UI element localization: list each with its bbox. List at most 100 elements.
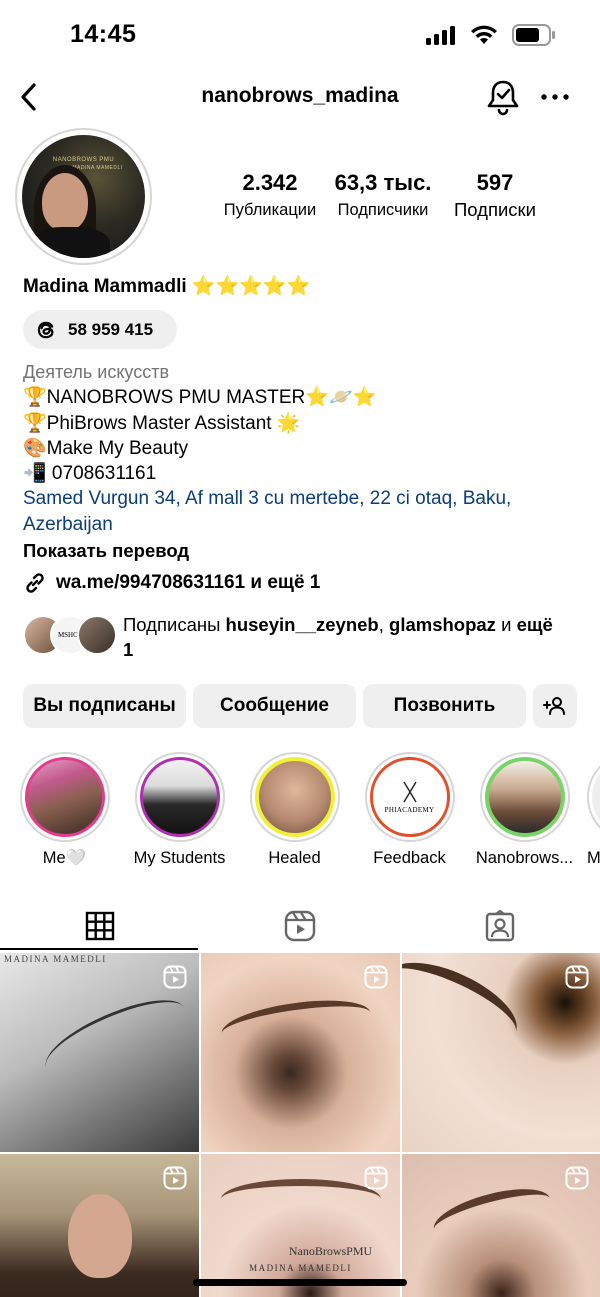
- threads-icon: [37, 321, 54, 338]
- profile-name: Madina Mammadli ⭐⭐⭐⭐⭐: [23, 276, 311, 297]
- posts-label: Публикации: [223, 201, 317, 219]
- highlight-cover: [139, 757, 220, 837]
- story-highlights: Me🤍 My Students Healed PHIACADEMY Feedba…: [0, 752, 600, 872]
- reel-icon: [364, 965, 388, 989]
- eyebrow-shape: [402, 953, 529, 1060]
- followers-label: Подписчики: [337, 201, 429, 219]
- reel-icon: [565, 965, 589, 989]
- highlight-partial[interactable]: M: [587, 752, 600, 868]
- profile-header: nanobrows_madina: [0, 72, 600, 122]
- bio-phone[interactable]: 📲 0708631161: [23, 461, 583, 486]
- post-thumbnail[interactable]: MADINA MAMEDLI: [0, 953, 199, 1152]
- reel-icon: [364, 1166, 388, 1190]
- eyebrow-hair-strokes: [35, 988, 195, 1088]
- message-button[interactable]: Сообщение: [193, 684, 356, 728]
- highlight-ring: [19, 752, 110, 842]
- post-watermark: NanoBrowsPMU MADINA MAMEDLI: [201, 1244, 400, 1273]
- highlight-label: My Students: [133, 849, 226, 867]
- following-button[interactable]: Вы подписаны: [23, 684, 186, 728]
- reel-icon: [163, 965, 187, 989]
- tab-reels[interactable]: [200, 900, 400, 952]
- followed-user-1[interactable]: huseyin__zeyneb: [226, 614, 379, 635]
- portrait-face: [68, 1194, 132, 1278]
- followed-by-prefix: Подписаны: [123, 614, 226, 635]
- active-tab-indicator: [0, 948, 198, 950]
- post-thumbnail[interactable]: [402, 953, 600, 1152]
- followed-by-text: Подписаны huseyin__zeyneb, glamshopaz и …: [123, 612, 563, 662]
- threads-count: 58 959 415: [68, 319, 154, 339]
- watermark-name: MADINA MAMEDLI: [249, 1263, 352, 1273]
- notifications-button[interactable]: [486, 78, 520, 116]
- highlight-my-students[interactable]: My Students: [127, 752, 232, 868]
- tagged-person-icon: [485, 910, 515, 942]
- post-thumbnail[interactable]: [201, 953, 400, 1152]
- call-button[interactable]: Позвонить: [363, 684, 526, 728]
- followed-user-2[interactable]: glamshopaz: [389, 614, 496, 635]
- ellipsis-icon: [541, 94, 569, 100]
- highlight-label: Me🤍: [42, 849, 87, 867]
- posts-count: 2.342: [242, 170, 298, 195]
- profile-actions: Вы подписаны Сообщение Позвонить: [23, 684, 577, 728]
- phiacademy-logo-text: PHIACADEMY: [384, 806, 435, 814]
- threads-badge[interactable]: 58 959 415: [23, 310, 177, 349]
- bio-address-link[interactable]: Samed Vurgun 34, Af mall 3 cu mertebe, 2…: [23, 486, 583, 537]
- reels-icon: [284, 910, 316, 942]
- add-person-icon: [543, 697, 565, 715]
- following-stat[interactable]: 597 Подписки: [444, 170, 546, 221]
- cellular-signal-icon: [426, 26, 455, 45]
- highlight-ring: [249, 752, 340, 842]
- highlight-label: M: [587, 849, 600, 867]
- eyebrow-shape: [218, 992, 374, 1054]
- grid-icon: [85, 911, 115, 941]
- tab-posts-grid[interactable]: [0, 900, 200, 952]
- avatar-brand: NANOBROWS PMU: [52, 157, 115, 163]
- highlight-ring: [134, 752, 225, 842]
- highlight-feedback[interactable]: PHIACADEMY Feedback: [357, 752, 462, 868]
- highlight-cover: [592, 757, 600, 837]
- avatar-body: [30, 227, 110, 258]
- more-options-button[interactable]: [540, 86, 570, 108]
- battery-icon: [512, 24, 555, 46]
- post-thumbnail[interactable]: [0, 1154, 199, 1297]
- add-person-button[interactable]: [533, 684, 577, 728]
- highlight-me[interactable]: Me🤍: [12, 752, 117, 868]
- highlight-healed[interactable]: Healed: [242, 752, 347, 868]
- profile-stats: 2.342 Публикации 63,3 тыс. Подписчики 59…: [0, 170, 600, 230]
- highlight-cover: [484, 757, 565, 837]
- external-link-text: wa.me/994708631161 и ещё 1: [56, 572, 321, 593]
- following-label: Подписки: [453, 199, 536, 220]
- link-icon: [26, 573, 44, 593]
- highlight-cover: [254, 757, 335, 837]
- profile-tabs: [0, 900, 600, 952]
- reel-icon: [565, 1166, 589, 1190]
- following-count: 597: [476, 170, 514, 195]
- status-bar: 14:45: [0, 0, 600, 70]
- post-thumbnail[interactable]: [402, 1154, 600, 1297]
- show-translation-button[interactable]: Показать перевод: [23, 538, 583, 563]
- watermark-brand: NanoBrowsPMU: [288, 1244, 373, 1258]
- highlight-label: Healed: [268, 849, 321, 867]
- status-time: 14:45: [70, 20, 137, 48]
- phiacademy-logo-icon: [402, 781, 417, 803]
- followed-by-separator: ,: [378, 614, 390, 635]
- post-watermark: MADINA MAMEDLI: [4, 954, 107, 964]
- home-indicator[interactable]: [193, 1279, 407, 1286]
- profile-category: Деятель искусств: [23, 362, 170, 382]
- highlight-ring: PHIACADEMY: [364, 752, 455, 842]
- followers-count: 63,3 тыс.: [334, 170, 432, 195]
- eyebrow-shape: [221, 1179, 381, 1219]
- external-link[interactable]: wa.me/994708631161 и ещё 1: [23, 571, 320, 595]
- highlight-label: Feedback: [373, 849, 446, 867]
- eyebrow-shape: [428, 1179, 556, 1249]
- bio-line: 🏆PhiBrows Master Assistant 🌟: [23, 412, 301, 434]
- highlight-ring: [479, 752, 570, 842]
- followed-by[interactable]: MSHOP Подписаны huseyin__zeyneb, glamsho…: [23, 612, 583, 660]
- tab-tagged[interactable]: [400, 900, 600, 952]
- bell-check-icon: [487, 80, 519, 116]
- profile-bio: Деятель искусств 🏆NANOBROWS PMU MASTER⭐🪐…: [23, 360, 583, 563]
- posts-stat[interactable]: 2.342 Публикации: [218, 170, 322, 220]
- followers-stat[interactable]: 63,3 тыс. Подписчики: [330, 170, 436, 220]
- highlight-cover: PHIACADEMY: [369, 757, 450, 837]
- post-thumbnail[interactable]: NanoBrowsPMU MADINA MAMEDLI: [201, 1154, 400, 1297]
- highlight-nanobrows[interactable]: Nanobrows...: [472, 752, 577, 868]
